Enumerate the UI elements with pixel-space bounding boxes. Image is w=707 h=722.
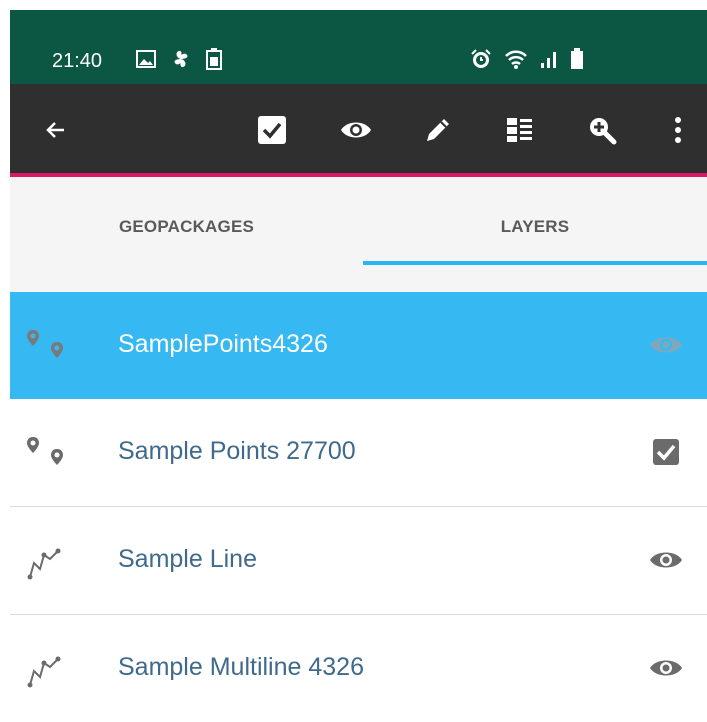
layer-row-sample-multiline-4326[interactable]: Sample Multiline 4326 (10, 615, 707, 722)
edit-button[interactable] (418, 110, 458, 150)
layer-checkbox[interactable] (646, 435, 686, 469)
wifi-icon (505, 50, 527, 69)
layer-row-sample-points-27700[interactable]: Sample Points 27700 (10, 399, 707, 507)
alarm-icon (471, 49, 491, 68)
tab-bar: GEOPACKAGES LAYERS (10, 177, 707, 292)
layer-name: Sample Line (118, 545, 257, 573)
layer-visibility-toggle[interactable] (646, 651, 686, 685)
tab-geopackages[interactable]: GEOPACKAGES (10, 177, 363, 277)
checkbox-checked-icon (653, 439, 679, 465)
visibility-icon (650, 660, 682, 676)
layer-name: Sample Multiline 4326 (118, 653, 364, 681)
fan-icon (174, 50, 188, 68)
status-bar: 21:40 (10, 10, 707, 84)
signal-icon (541, 52, 556, 68)
image-icon (136, 50, 156, 68)
overflow-menu-button[interactable] (658, 110, 698, 150)
visibility-icon (341, 122, 371, 138)
points-icon (27, 330, 63, 358)
battery-saver-icon (206, 48, 222, 70)
layer-name: Sample Points 27700 (118, 437, 356, 465)
zoom-in-icon (590, 118, 617, 145)
back-button[interactable] (36, 110, 76, 150)
edit-icon (427, 119, 449, 141)
active-tab-indicator (363, 261, 707, 265)
layer-list-button[interactable] (500, 110, 540, 150)
line-icon (27, 548, 61, 580)
battery-icon (571, 48, 583, 69)
more-vert-icon (675, 117, 681, 143)
visibility-button[interactable] (336, 110, 376, 150)
back-icon (46, 122, 64, 138)
line-icon (27, 656, 61, 688)
visibility-icon (650, 552, 682, 568)
layer-row-sample-line[interactable]: Sample Line (10, 507, 707, 615)
points-icon (27, 437, 63, 465)
visibility-icon (650, 337, 682, 353)
layer-visibility-toggle[interactable] (646, 543, 686, 577)
zoom-in-button[interactable] (582, 110, 622, 150)
status-time: 21:40 (52, 50, 103, 72)
select-all-button[interactable] (252, 110, 292, 150)
layer-name: SamplePoints4326 (118, 330, 328, 358)
layer-list-icon (507, 118, 532, 142)
layer-row-sample-points-4326[interactable]: SamplePoints4326 (10, 292, 707, 399)
layer-visibility-toggle[interactable] (646, 328, 686, 362)
select-all-checkbox-icon (258, 116, 286, 144)
app-toolbar (10, 84, 707, 176)
